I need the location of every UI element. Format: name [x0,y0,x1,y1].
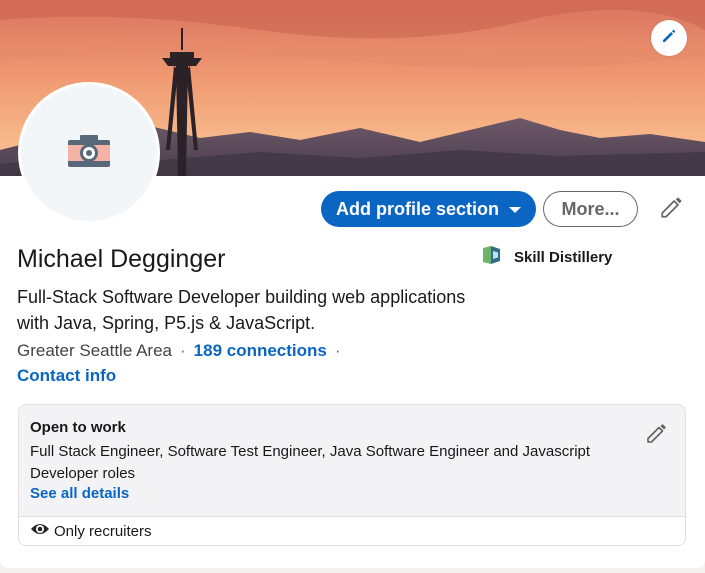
skill-distillery-logo-icon [480,244,504,271]
company-name: Skill Distillery [514,248,613,266]
avatar[interactable] [18,82,160,224]
pencil-icon [660,27,678,50]
pencil-icon [645,421,669,450]
connections-link[interactable]: 189 connections [194,341,327,361]
separator-dot: · [334,341,341,360]
current-company[interactable]: Skill Distillery [480,245,612,269]
caret-down-icon [509,207,521,213]
eye-icon [30,522,50,541]
open-to-work-visibility: Only recruiters [19,516,685,545]
profile-location: Greater Seattle Area [17,341,172,360]
more-button[interactable]: More... [543,191,638,227]
open-to-work-roles: Full Stack Engineer, Software Test Engin… [30,443,591,482]
pencil-icon [659,194,685,225]
add-profile-section-button[interactable]: Add profile section [321,191,536,227]
profile-headline: Full-Stack Software Developer building w… [17,287,466,333]
edit-cover-button[interactable] [651,20,687,56]
edit-intro-button[interactable] [656,193,688,225]
open-to-work-title: Open to work [30,419,126,436]
contact-info-link[interactable]: Contact info [17,366,116,386]
add-profile-section-label: Add profile section [335,198,499,219]
edit-open-to-work-button[interactable] [643,421,671,449]
open-to-work-card: Open to work Full Stack Engineer, Softwa… [18,404,686,546]
see-all-details-link[interactable]: See all details [30,485,129,502]
camera-icon [67,134,111,173]
profile-top-card: Add profile section More... Michael Degg… [0,0,705,568]
open-to-work-body: Open to work Full Stack Engineer, Softwa… [19,405,685,516]
location-row: Greater Seattle Area · 189 connections · [17,339,349,363]
profile-name: Michael Degginger [17,245,226,273]
separator-dot: · [179,341,186,360]
visibility-label: Only recruiters [54,523,152,540]
